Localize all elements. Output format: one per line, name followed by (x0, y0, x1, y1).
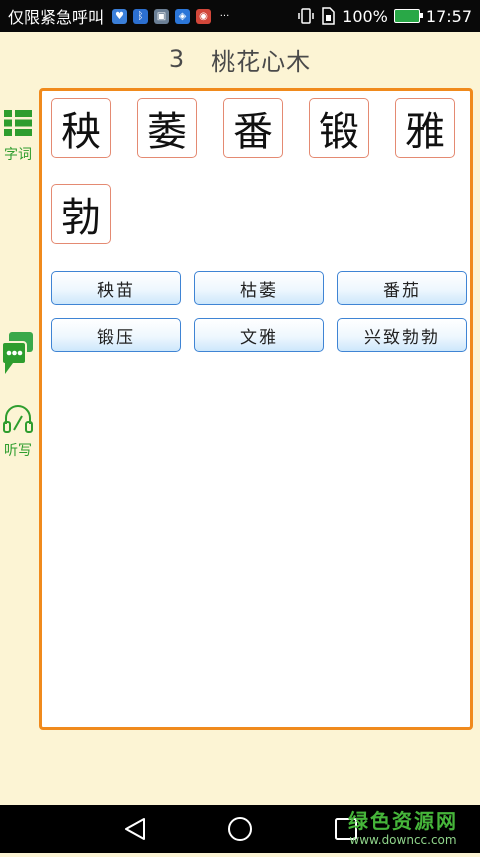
vibrate-icon (298, 8, 314, 24)
word-button[interactable]: 秧苗 (51, 271, 181, 305)
character-card[interactable]: 番 (223, 98, 283, 158)
battery-percent: 100% (342, 6, 388, 26)
word-button[interactable]: 枯萎 (194, 271, 324, 305)
watermark-title: 绿色资源网 (348, 809, 458, 833)
home-button[interactable] (210, 805, 270, 853)
content-panel: 秧 萎 番 锻 雅 勃 秧苗 枯萎 番茄 锻压 文雅 兴致勃勃 (39, 88, 473, 730)
gallery-icon: ▣ (154, 8, 170, 24)
sim-icon (322, 7, 335, 25)
sidebar-item-label: 听写 (4, 443, 32, 459)
character-grid: 秧 萎 番 锻 雅 勃 (51, 98, 471, 244)
back-icon (125, 818, 145, 840)
shield-icon: ◈ (175, 8, 191, 24)
more-icon: ··· (219, 10, 230, 22)
character-card[interactable]: 萎 (137, 98, 197, 158)
word-button[interactable]: 兴致勃勃 (337, 318, 467, 352)
character-card[interactable]: 锻 (309, 98, 369, 158)
word-button[interactable]: 番茄 (337, 271, 467, 305)
bluetooth-icon: ᛒ (133, 8, 149, 24)
sidebar-item-chat[interactable] (0, 330, 36, 382)
word-button[interactable]: 文雅 (194, 318, 324, 352)
health-icon: ♥ (112, 8, 128, 24)
headphone-pen-icon (3, 405, 33, 433)
character-card[interactable]: 勃 (51, 184, 111, 244)
home-icon (228, 817, 252, 841)
back-button[interactable] (104, 805, 164, 853)
lesson-number: 3 (168, 45, 186, 73)
chat-bubble-icon (1, 332, 33, 374)
watermark: 绿色资源网 www.downcc.com (348, 809, 458, 847)
word-button[interactable]: 锻压 (51, 318, 181, 352)
sidebar-item-words[interactable]: 字词 (0, 108, 36, 164)
navigation-bar: 绿色资源网 www.downcc.com (0, 805, 480, 853)
carrier-text: 仅限紧急呼叫 (8, 8, 105, 27)
character-card[interactable]: 秧 (51, 98, 111, 158)
character-card[interactable]: 雅 (395, 98, 455, 158)
sidebar-item-label: 字词 (4, 147, 32, 163)
word-grid: 秧苗 枯萎 番茄 锻压 文雅 兴致勃勃 (51, 271, 469, 352)
battery-icon (393, 9, 423, 23)
lesson-title: 桃花心木 (211, 47, 312, 76)
lesson-title-bar: 3 桃花心木 (0, 32, 480, 86)
app-icon: ◉ (196, 8, 212, 24)
grid-list-icon (4, 110, 32, 136)
status-bar: 仅限紧急呼叫 ♥ ᛒ ▣ ◈ ◉ ··· 100% 17:57 (0, 0, 480, 32)
sidebar-item-dictation[interactable]: 听写 (0, 404, 36, 460)
watermark-url: www.downcc.com (349, 833, 457, 847)
clock: 17:57 (425, 6, 472, 26)
notification-icons: ♥ ᛒ ▣ ◈ ◉ ··· (112, 8, 232, 24)
